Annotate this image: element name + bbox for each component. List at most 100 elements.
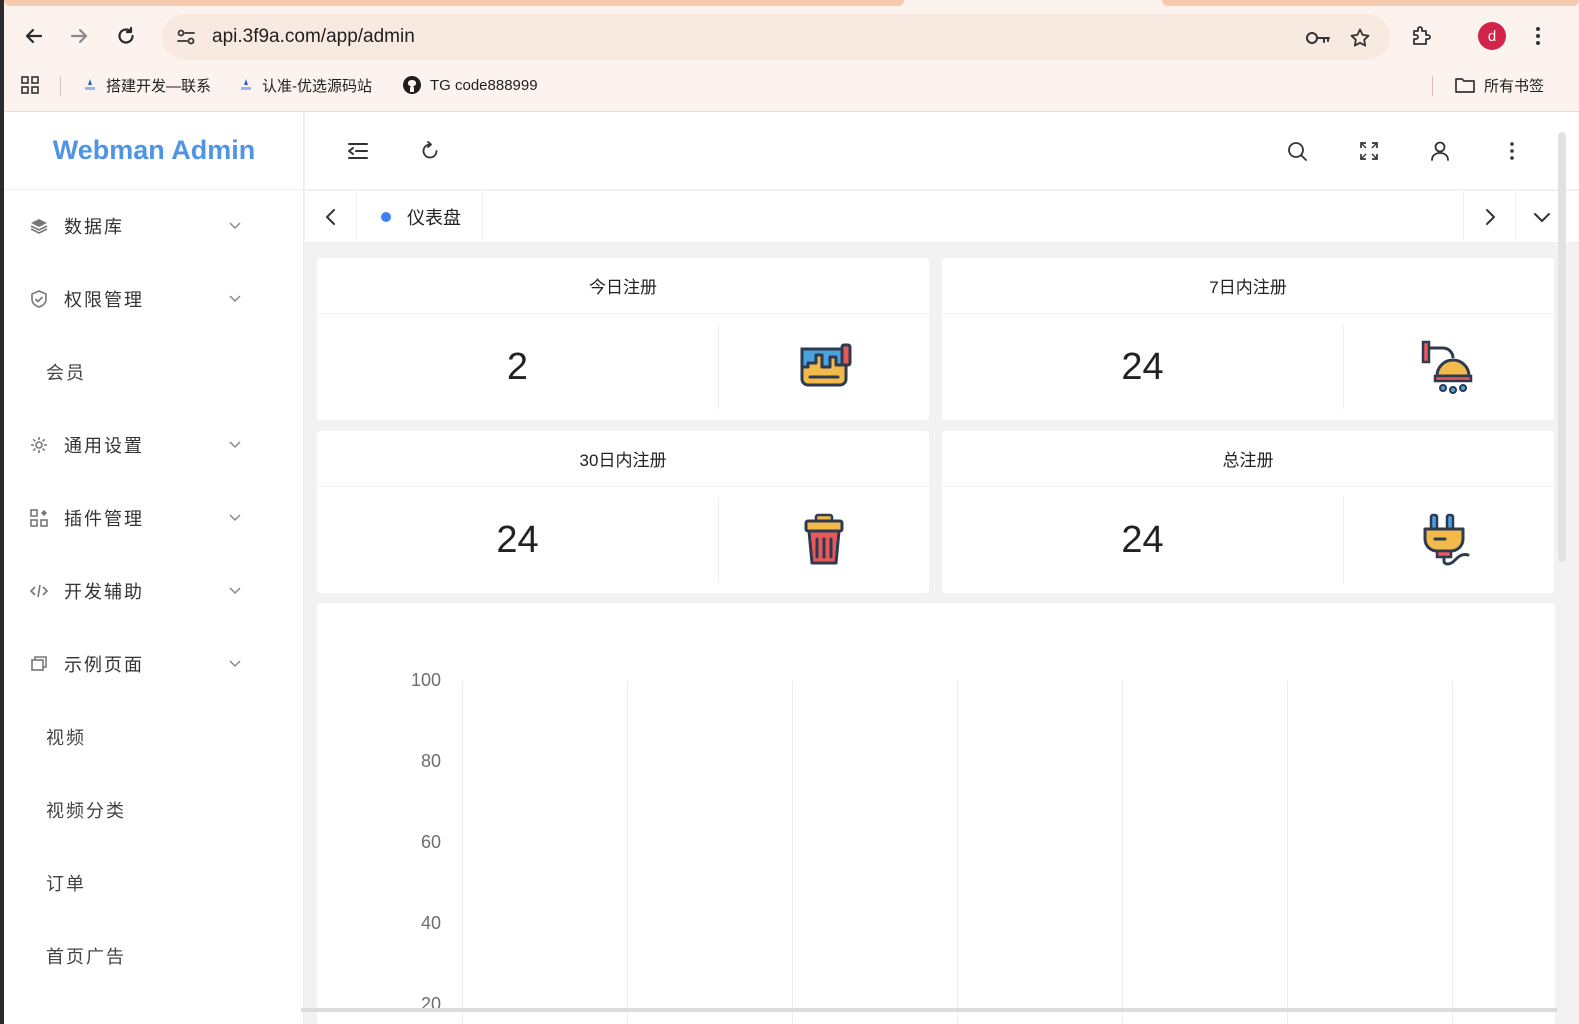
bookmark-separator: [1432, 76, 1433, 96]
vertical-scrollbar[interactable]: [1558, 132, 1566, 562]
stat-title: 7日内注册: [942, 258, 1554, 314]
address-bar[interactable]: api.3f9a.com/app/admin: [162, 14, 1390, 60]
y-tick-label: 80: [420, 751, 441, 771]
sidebar-item-label: 数据库: [64, 217, 124, 237]
bookmark-item[interactable]: TG code888999: [402, 73, 538, 97]
kebab-menu-icon: [1536, 27, 1540, 45]
sidebar-item-label: 通用设置: [64, 436, 144, 456]
chart-gridline: [792, 681, 793, 1024]
collapse-menu-button[interactable]: [341, 134, 375, 168]
reload-icon: [118, 26, 134, 44]
sidebar-item-orders[interactable]: 订单: [4, 847, 304, 919]
stat-title: 30日内注册: [317, 431, 929, 487]
stat-value: 24: [496, 518, 539, 561]
code-icon: [28, 580, 50, 602]
sidebar-item-video-categories[interactable]: 视频分类: [4, 774, 304, 846]
sidebar-item-label: 视频分类: [46, 801, 126, 821]
sidebar-item-dev-tools[interactable]: 开发辅助: [4, 555, 304, 627]
sidebar-item-label: 开发辅助: [64, 582, 144, 602]
gear-icon: [28, 434, 50, 456]
stat-card-7days: 7日内注册 24: [942, 258, 1554, 420]
user-button[interactable]: [1423, 134, 1457, 168]
sidebar-item-label: 插件管理: [64, 509, 144, 529]
tabs-scroll-left-button[interactable]: [305, 191, 357, 243]
back-button[interactable]: [16, 18, 52, 54]
chart-gridline: [957, 681, 958, 1024]
stat-card-total: 总注册 24: [942, 431, 1554, 593]
plug-icon: [1344, 487, 1554, 593]
chart-gridline: [462, 681, 463, 1024]
sidebar-item-label: 订单: [46, 874, 86, 894]
extensions-button[interactable]: [1404, 18, 1440, 54]
bookmark-star-icon[interactable]: [1346, 24, 1374, 52]
refresh-button[interactable]: [413, 134, 447, 168]
bookmark-item[interactable]: 认准-优选源码站: [238, 73, 372, 97]
chevron-left-icon: [325, 209, 335, 225]
tab-dashboard[interactable]: 仪表盘: [357, 191, 483, 243]
bookmark-label: 认准-优选源码站: [262, 77, 372, 95]
stat-title: 今日注册: [317, 258, 929, 314]
y-tick-label: 100: [410, 670, 441, 690]
fullscreen-icon: [1360, 142, 1378, 160]
site-favicon-icon: [85, 79, 95, 90]
sidebar-item-videos[interactable]: 视频: [4, 701, 304, 773]
user-icon: [1431, 141, 1449, 161]
chart-gridline: [627, 681, 628, 1024]
reload-button[interactable]: [108, 18, 144, 54]
sidebar-item-label: 会员: [46, 363, 86, 383]
brand-logo[interactable]: Webman Admin: [4, 112, 304, 190]
apps-grid-icon[interactable]: [20, 73, 40, 97]
sidebar-item-general-settings[interactable]: 通用设置: [4, 409, 304, 481]
sidebar-item-permissions[interactable]: 权限管理: [4, 263, 304, 335]
browser-tab[interactable]: [4, 0, 904, 6]
sidebar-item-plugins[interactable]: 插件管理: [4, 482, 304, 554]
browser-chrome: api.3f9a.com/app/admin d 搭建开发—联系 认准-优选源码…: [4, 0, 1579, 112]
search-icon: [1288, 142, 1307, 161]
chevron-down-icon: [1533, 213, 1550, 222]
stat-value: 2: [506, 345, 529, 388]
chevron-down-icon: [228, 657, 242, 671]
bookmark-separator: [60, 76, 61, 96]
y-tick-label: 40: [420, 913, 441, 933]
folder-icon: [1455, 78, 1475, 93]
active-tab-dot: [381, 212, 391, 222]
horizontal-scrollbar[interactable]: [301, 1008, 1557, 1012]
indent-icon: [348, 143, 368, 159]
chevron-down-icon: [228, 219, 242, 233]
chevron-down-icon: [228, 511, 242, 525]
chevron-down-icon: [228, 292, 242, 306]
site-settings-icon[interactable]: [172, 23, 200, 51]
tab-strip: [4, 0, 1579, 8]
tabs-scroll-right-button[interactable]: [1463, 191, 1515, 243]
bookmarks-bar: 搭建开发—联系 认准-优选源码站 TG code888999 所有书签: [4, 68, 1579, 102]
browser-menu-button[interactable]: [1520, 18, 1556, 54]
profile-avatar[interactable]: d: [1478, 22, 1506, 50]
search-button[interactable]: [1280, 134, 1314, 168]
arrow-left-icon: [25, 28, 43, 44]
more-button[interactable]: [1495, 134, 1529, 168]
sidebar-item-home-ads[interactable]: 首页广告: [4, 920, 304, 992]
dashboard-content: 今日注册 2 7日内注册 24 30日内注册 24 总注册 24 100 80 …: [305, 243, 1561, 1024]
all-bookmarks-button[interactable]: 所有书签: [1454, 73, 1544, 97]
chevron-down-icon: [228, 584, 242, 598]
puzzle-icon: [1413, 26, 1431, 45]
pages-icon: [28, 653, 50, 675]
url-text[interactable]: api.3f9a.com/app/admin: [212, 26, 415, 48]
chevron-right-icon: [1485, 209, 1495, 225]
sidebar-item-label: 视频: [46, 728, 86, 748]
tab-label: 仪表盘: [407, 208, 461, 228]
sidebar-item-members[interactable]: 会员: [4, 336, 304, 408]
sidebar-item-database[interactable]: 数据库: [4, 190, 304, 262]
browser-tab[interactable]: [1162, 0, 1579, 6]
chart-gridline: [1452, 681, 1453, 1024]
sidebar-item-examples[interactable]: 示例页面: [4, 628, 304, 700]
y-tick-label: 60: [420, 832, 441, 852]
github-icon: [403, 76, 421, 94]
layers-icon: [28, 215, 50, 237]
apps-icon: [28, 507, 50, 529]
shield-check-icon: [28, 288, 50, 310]
fullscreen-button[interactable]: [1352, 134, 1386, 168]
forward-button[interactable]: [61, 18, 97, 54]
bookmark-item[interactable]: 搭建开发—联系: [82, 73, 211, 97]
password-key-icon[interactable]: [1304, 24, 1332, 52]
